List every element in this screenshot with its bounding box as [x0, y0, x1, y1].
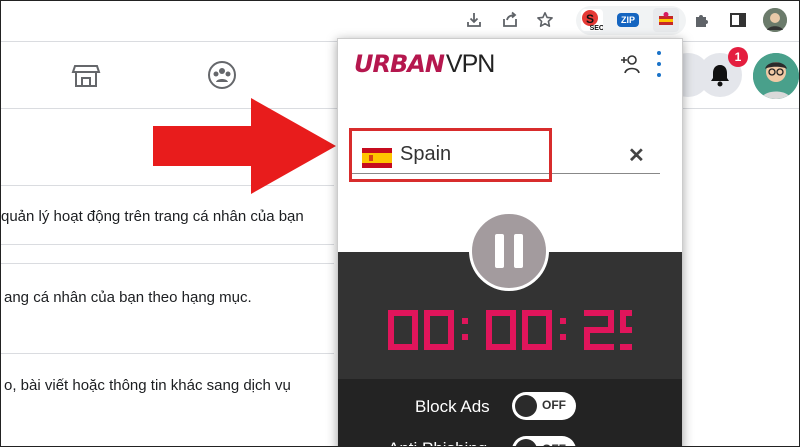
- logo-urban-text: URBAN: [354, 50, 445, 78]
- screenshot-frame: S SEO ZIP 1 quản lý hoạt động trên trang…: [0, 0, 800, 447]
- timer-digit: [522, 310, 552, 350]
- seo-extension-icon[interactable]: S SEO: [581, 9, 603, 31]
- pause-connection-button[interactable]: [469, 211, 549, 291]
- toggle-knob: [515, 395, 537, 417]
- timer-digit: [424, 310, 454, 350]
- block-ads-label: Block Ads: [415, 397, 490, 416]
- settings-text-line: ang cá nhân của bạn theo hạng mục.: [4, 289, 252, 306]
- seo-label: SEO: [590, 25, 603, 31]
- logo-vpn-text: VPN: [445, 49, 495, 78]
- notification-badge: 1: [728, 47, 748, 67]
- pause-icon: [495, 234, 504, 268]
- browser-toolbar: S SEO ZIP: [1, 1, 799, 42]
- timer-digit: [388, 310, 418, 350]
- sidebar-icon[interactable]: [727, 9, 749, 31]
- urban-vpn-logo: URBAN VPN: [354, 49, 495, 79]
- divider: [1, 263, 334, 264]
- anti-phishing-label: Anti Phishing: [388, 439, 487, 446]
- clear-country-icon[interactable]: ✕: [628, 143, 645, 168]
- timer-digit: [486, 310, 516, 350]
- zip-extension-icon[interactable]: ZIP: [617, 13, 639, 27]
- groups-icon[interactable]: [207, 60, 237, 90]
- timer-digit: [584, 310, 614, 350]
- add-user-icon[interactable]: [620, 53, 642, 75]
- svg-text:S: S: [586, 12, 594, 26]
- red-arrow-annotation: [153, 98, 336, 194]
- timer-digit: [620, 310, 632, 350]
- urban-vpn-extension-icon[interactable]: [653, 8, 679, 32]
- connection-timer: [388, 310, 632, 350]
- browser-profile-avatar[interactable]: [763, 8, 787, 32]
- toggle-knob: [515, 439, 537, 446]
- settings-text-line: o, bài viết hoặc thông tin khác sang dịc…: [4, 377, 291, 394]
- timer-colon: [462, 318, 468, 340]
- divider: [1, 353, 334, 354]
- toggles-panel: [338, 379, 682, 446]
- facebook-profile-avatar[interactable]: [753, 53, 799, 99]
- divider: [1, 244, 334, 245]
- more-menu-icon[interactable]: [654, 51, 664, 77]
- share-icon[interactable]: [499, 9, 521, 31]
- anti-phishing-toggle[interactable]: OFF: [512, 436, 576, 446]
- puzzle-extensions-icon[interactable]: [691, 9, 713, 31]
- red-highlight-box: [349, 128, 552, 182]
- timer-colon: [560, 318, 566, 340]
- download-icon[interactable]: [463, 9, 485, 31]
- urban-vpn-popup: URBANVPN Spain ✕ Block Ads OFF Anti Phis…: [337, 38, 683, 446]
- settings-text-line: quản lý hoạt động trên trang cá nhân của…: [1, 208, 304, 225]
- star-icon[interactable]: [534, 9, 556, 31]
- toggle-state: OFF: [542, 442, 566, 446]
- toggle-state: OFF: [542, 398, 566, 412]
- zip-label: ZIP: [620, 15, 635, 25]
- marketplace-icon[interactable]: [71, 60, 101, 90]
- block-ads-toggle[interactable]: OFF: [512, 392, 576, 420]
